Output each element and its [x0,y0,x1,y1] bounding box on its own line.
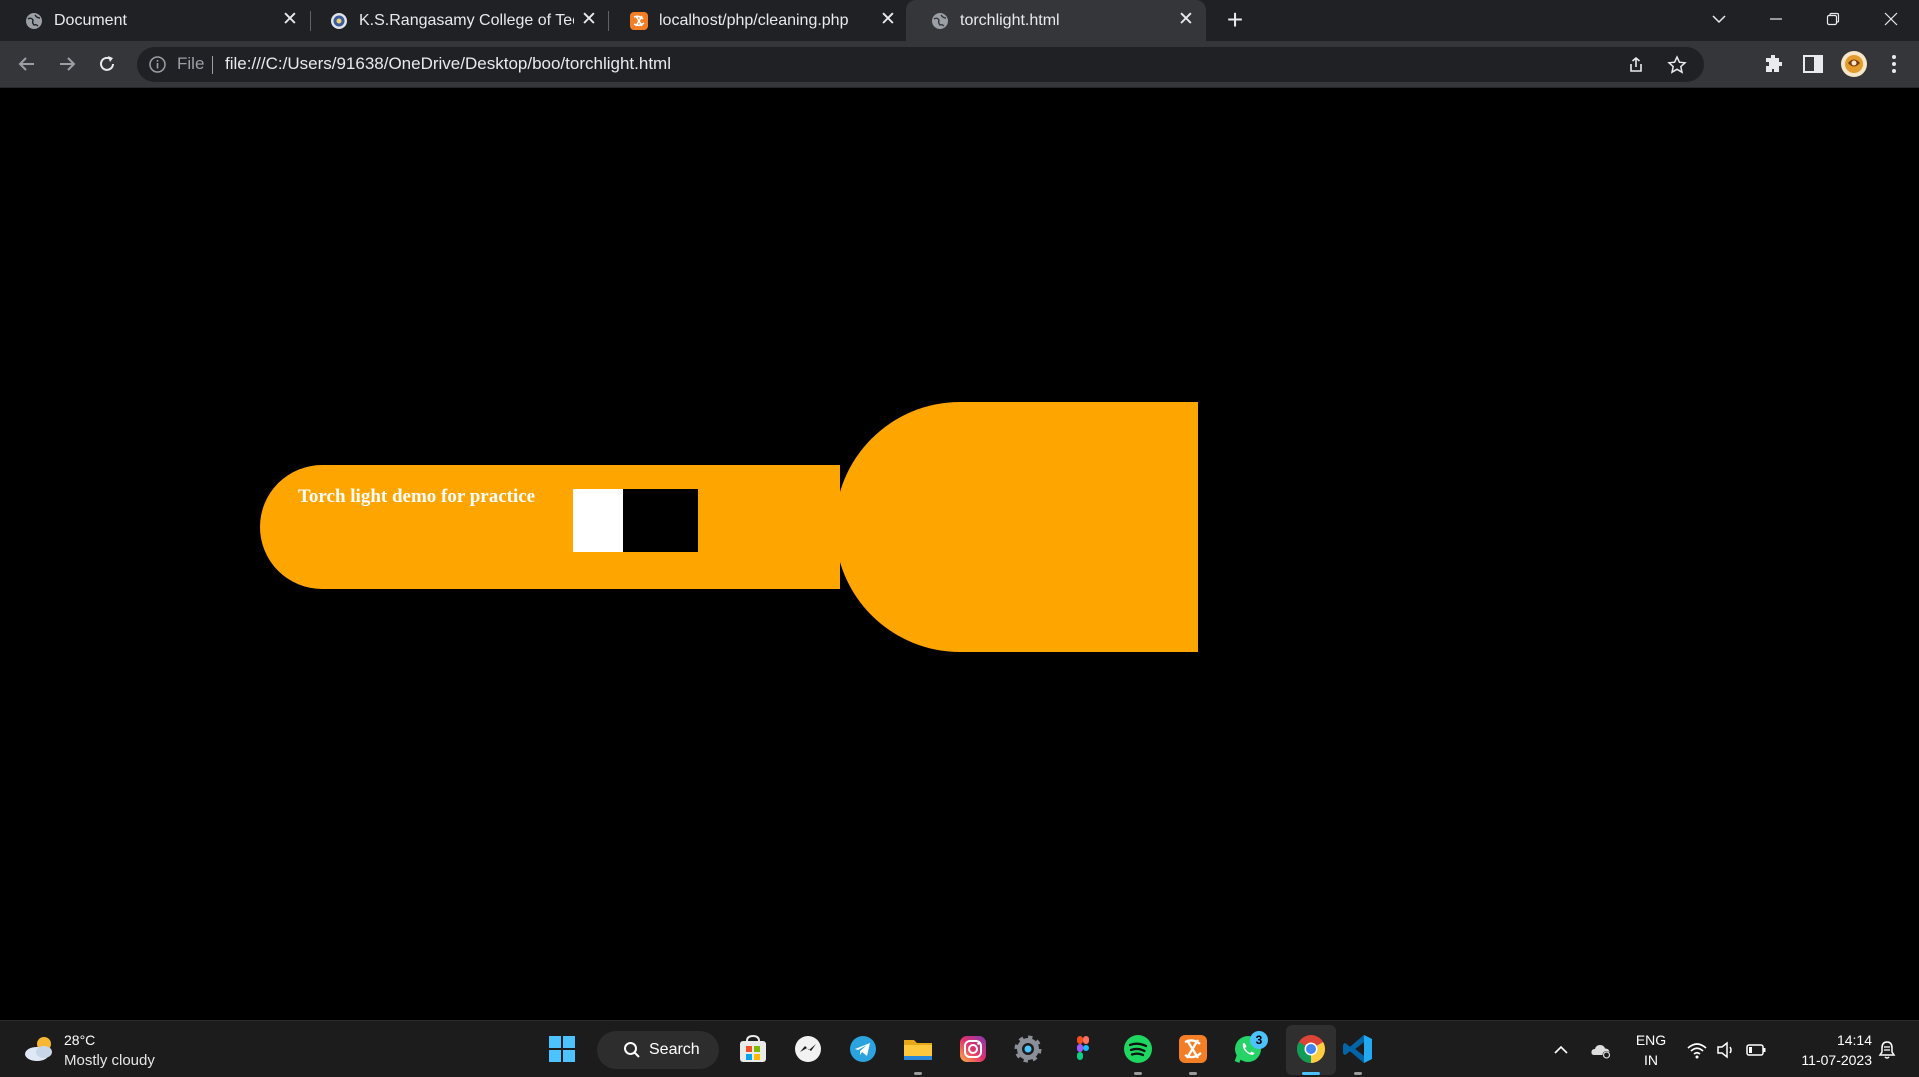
tab-close-button[interactable]: ✕ [280,10,300,30]
switch-knob[interactable] [573,489,623,552]
taskbar-messenger[interactable] [791,1032,825,1066]
chevron-up-icon[interactable] [1552,1041,1570,1059]
figma-icon [1077,1036,1089,1060]
taskbar-figma[interactable] [1066,1032,1100,1066]
tab-close-button[interactable]: ✕ [579,10,599,30]
tab-ksr-college[interactable]: K.S.Rangasamy College of Techno ✕ [305,0,605,41]
taskbar-settings[interactable] [1011,1032,1045,1066]
tab-document[interactable]: Document ✕ [0,0,305,41]
microsoft-store-icon [740,1034,766,1062]
college-logo-icon [331,13,347,29]
tab-title: Document [54,12,127,29]
tab-title: localhost/php/cleaning.php [659,12,849,29]
bookmark-star-icon[interactable] [1667,55,1687,75]
globe-icon [26,13,42,29]
notification-badge: 3 [1250,1031,1268,1049]
info-icon[interactable] [148,55,167,74]
running-indicator [1302,1072,1320,1075]
volume-icon[interactable] [1715,1039,1737,1061]
taskbar-search-button[interactable]: Search [597,1031,719,1069]
vscode-icon [1343,1035,1372,1063]
side-panel-icon[interactable] [1801,52,1825,76]
search-label: Search [649,1041,700,1058]
language-region[interactable]: IN [1633,1052,1669,1069]
tab-search-button[interactable] [1704,6,1734,32]
arrow-right-icon [60,57,76,71]
xampp-icon [1179,1035,1207,1063]
profile-avatar-icon[interactable] [1840,50,1868,78]
new-tab-button[interactable]: + [1222,6,1248,34]
taskbar-spotify[interactable] [1121,1032,1155,1066]
page-viewport: Torch light demo for practice [0,88,1919,1020]
notification-bell-icon[interactable] [1876,1039,1898,1061]
clock-time[interactable]: 14:14 [1772,1032,1872,1049]
extensions-icon[interactable] [1761,52,1785,76]
share-icon[interactable] [1626,55,1646,75]
search-icon [624,1042,640,1058]
weather-temperature[interactable]: 28°C [64,1032,95,1049]
url-divider [212,56,213,74]
running-indicator [1134,1072,1142,1075]
arrow-left-icon [18,57,34,71]
address-bar[interactable]: File file:///C:/Users/91638/OneDrive/Des… [137,47,1704,82]
torch-head [835,402,1198,652]
language-code[interactable]: ENG [1633,1032,1669,1049]
taskbar-vscode[interactable] [1341,1032,1375,1066]
forward-button[interactable] [53,50,81,78]
globe-icon [932,13,948,29]
wifi-icon[interactable] [1686,1039,1708,1061]
reload-button[interactable] [93,50,121,78]
restore-icon [1826,12,1840,26]
weather-description[interactable]: Mostly cloudy [64,1052,155,1069]
start-button[interactable] [545,1032,579,1066]
torch-label: Torch light demo for practice [298,486,536,507]
torch-body [260,465,840,589]
running-indicator [1189,1072,1197,1075]
taskbar-file-explorer[interactable] [901,1032,935,1066]
taskbar-xampp[interactable] [1176,1032,1210,1066]
tab-title: torchlight.html [960,12,1060,29]
telegram-icon [850,1036,876,1062]
spotify-icon [1124,1035,1152,1063]
windows-start-icon [549,1036,575,1062]
tab-close-button[interactable]: ✕ [878,10,898,30]
xampp-icon [630,12,648,30]
tab-cleaning-php[interactable]: localhost/php/cleaning.php ✕ [605,0,905,41]
taskbar-telegram[interactable] [846,1032,880,1066]
close-window-button[interactable] [1876,6,1906,32]
running-indicator [914,1072,922,1075]
menu-kebab-icon[interactable] [1882,52,1906,76]
messenger-icon [795,1036,821,1062]
instagram-icon [960,1036,986,1062]
torch-switch[interactable] [573,489,698,552]
taskbar-instagram[interactable] [956,1032,990,1066]
chevron-down-icon [1712,15,1726,24]
running-indicator [1354,1072,1362,1075]
clock-date[interactable]: 11-07-2023 [1772,1052,1872,1069]
settings-icon [1014,1035,1042,1063]
file-explorer-icon [904,1040,932,1060]
chrome-icon [1297,1035,1325,1063]
onedrive-cloud-icon[interactable] [1590,1039,1612,1061]
weather-cloudy-icon[interactable] [22,1034,56,1064]
restore-button[interactable] [1818,6,1848,32]
back-button[interactable] [13,50,41,78]
minimize-icon [1770,18,1782,20]
tab-close-button[interactable]: ✕ [1176,10,1196,30]
tab-strip: Document ✕ K.S.Rangasamy College of Tech… [0,0,1919,41]
windows-taskbar: 28°C Mostly cloudy Search 3 ENG IN 14:14… [0,1020,1919,1077]
browser-toolbar: File file:///C:/Users/91638/OneDrive/Des… [0,41,1919,88]
tab-title: K.S.Rangasamy College of Techno [359,12,574,29]
close-icon [1884,12,1898,26]
tab-torchlight[interactable]: torchlight.html ✕ [906,0,1206,41]
url-text[interactable]: file:///C:/Users/91638/OneDrive/Desktop/… [225,54,671,74]
taskbar-chrome[interactable] [1294,1032,1328,1066]
reload-icon [100,56,114,71]
taskbar-microsoft-store[interactable] [736,1032,770,1066]
minimize-button[interactable] [1761,6,1791,32]
url-scheme-label: File [177,54,205,73]
battery-icon[interactable] [1745,1039,1767,1061]
